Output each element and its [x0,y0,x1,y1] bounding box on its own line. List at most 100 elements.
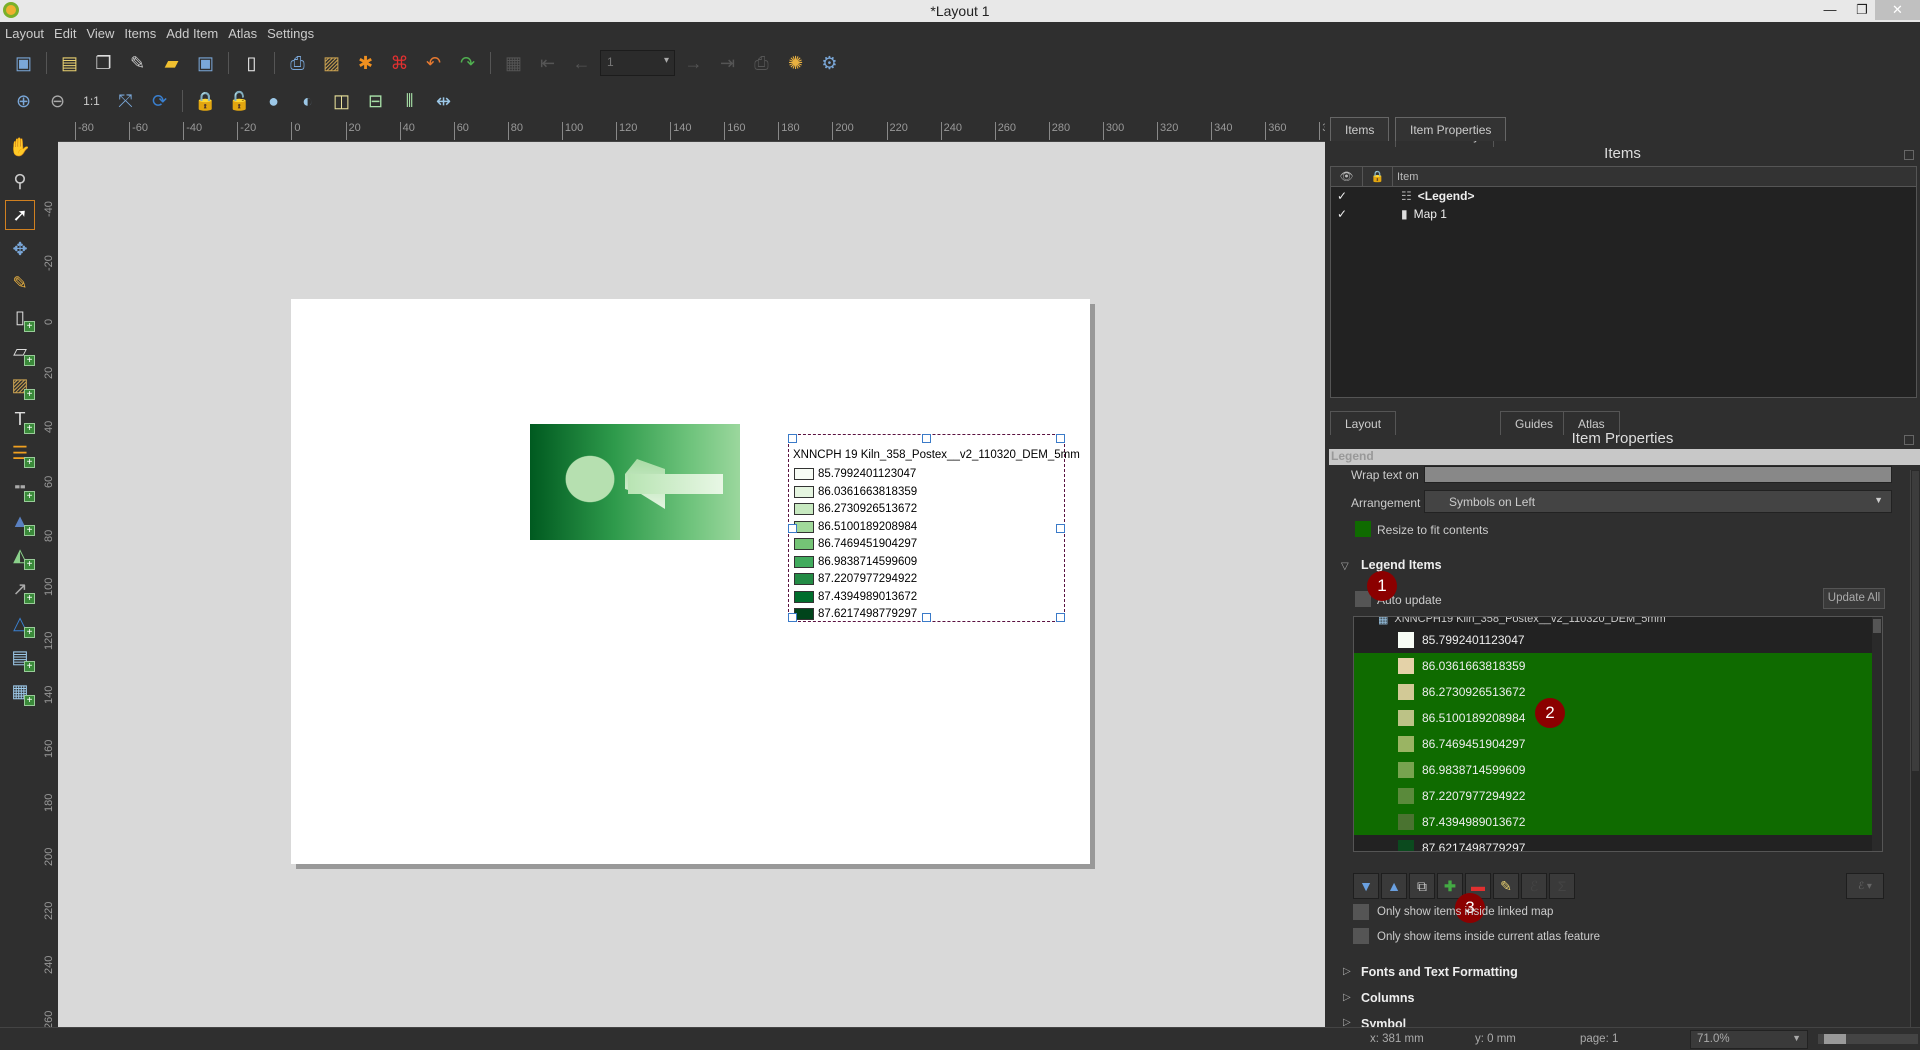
expand-icon[interactable]: ▷ [1343,966,1351,977]
tab-items[interactable]: Items [1330,117,1390,141]
visibility-checkbox[interactable]: ✓ [1331,189,1401,203]
new-layout-icon[interactable]: ▤ [54,48,85,78]
print-atlas-icon[interactable]: ⎙ [746,48,777,78]
zoom-slider[interactable] [1818,1034,1918,1044]
expression-button[interactable]: ℰ [1521,873,1547,899]
layout-manager-icon[interactable]: ✎ [122,48,153,78]
add-legend-icon[interactable]: ☰ + [5,438,35,468]
legend-item-row[interactable]: 86.0361663818359 [1354,653,1874,679]
arrangement-select[interactable]: Symbols on Left ▼ [1424,490,1892,513]
menu-edit[interactable]: Edit [49,22,81,45]
add-node-item-icon[interactable]: △ + [5,608,35,638]
resize-handle[interactable] [788,434,797,443]
tree-row[interactable]: ✓ ☷ <Legend> [1331,187,1916,205]
ungroup-items-icon[interactable]: ◐ [292,86,323,116]
menu-add-item[interactable]: Add Item [161,22,223,45]
refresh-icon[interactable]: ⟳ [144,86,175,116]
zoom-tool-icon[interactable]: ⚲ [5,166,35,196]
layout-page[interactable]: XNNCPH 19 Kiln_358_Postex__v2_110320_DEM… [291,299,1090,864]
next-feature-icon[interactable]: → [678,48,709,78]
legend-item-row[interactable]: 86.2730926513672 [1354,679,1874,705]
previous-feature-icon[interactable]: ← [566,48,597,78]
zoom-in-icon[interactable]: ⊕ [8,86,39,116]
resize-handle[interactable] [922,434,931,443]
edit-nodes-icon[interactable]: ✎ [5,268,35,298]
wrap-text-input[interactable] [1424,466,1892,483]
atlas-export-icon[interactable]: ✺ [780,48,811,78]
align-items-icon[interactable]: ⊟ [360,86,391,116]
section-symbol[interactable]: Symbol [1361,1017,1406,1027]
first-feature-icon[interactable]: ⇤ [532,48,563,78]
tree-row[interactable]: ✓ ▮ Map 1 [1331,205,1916,223]
zoom-select[interactable]: 71.0% ▼ [1690,1030,1808,1049]
group-items-icon[interactable]: ● [258,86,289,116]
undo-icon[interactable]: ↶ [418,48,449,78]
legend-item[interactable]: XNNCPH 19 Kiln_358_Postex__v2_110320_DEM… [788,434,1080,622]
legend-items-scrollbar[interactable] [1872,617,1882,851]
zoom-full-icon[interactable]: ⤧ [110,86,141,116]
legend-item-row[interactable]: 86.7469451904297 [1354,731,1874,757]
menu-settings[interactable]: Settings [262,22,319,45]
layout-canvas[interactable]: XNNCPH 19 Kiln_358_Postex__v2_110320_DEM… [58,142,1325,1027]
menu-atlas[interactable]: Atlas [223,22,262,45]
feature-count-button[interactable]: Σ [1549,873,1575,899]
collapse-icon[interactable]: ▽ [1341,561,1349,572]
select-move-tool-icon[interactable]: ➚ [5,200,35,230]
zoom-actual-icon[interactable]: 1:1 [76,86,107,116]
add-3d-map-icon[interactable]: ▱ + [5,336,35,366]
lock-items-icon[interactable]: 🔒 [190,86,221,116]
open-folder-icon[interactable]: ▰ [156,48,187,78]
move-up-button[interactable]: ▲ [1381,873,1407,899]
add-legend-item-button[interactable]: ✚ [1437,873,1463,899]
add-shape-icon[interactable]: ◭ + [5,540,35,570]
float-panel-icon[interactable] [1904,435,1914,445]
print-icon[interactable]: ⎙ [282,48,313,78]
zoom-out-icon[interactable]: ⊖ [42,86,73,116]
only-linked-map-checkbox[interactable] [1353,904,1369,920]
resize-to-fit-checkbox[interactable] [1355,521,1371,537]
close-button[interactable]: ✕ [1875,0,1920,20]
add-arrow-icon[interactable]: ↗ + [5,574,35,604]
menu-layout[interactable]: Layout [0,22,49,45]
resize-handle[interactable] [1056,613,1065,622]
legend-item-row[interactable]: 86.9838714599609 [1354,757,1874,783]
move-down-button[interactable]: ▼ [1353,873,1379,899]
resize-handle[interactable] [922,613,931,622]
legend-item-row[interactable]: 87.2207977294922 [1354,783,1874,809]
add-group-button[interactable]: ⧉ [1409,873,1435,899]
legend-items-title[interactable]: Legend Items [1361,558,1442,572]
add-north-arrow-icon[interactable]: ▲ + [5,506,35,536]
atlas-settings-icon[interactable]: ⚙ [814,48,845,78]
resize-handle[interactable] [788,524,797,533]
menu-view[interactable]: View [81,22,119,45]
filter-dropdown-button[interactable]: ℰ ▾ [1846,873,1884,899]
move-content-icon[interactable]: ✥ [5,234,35,264]
redo-icon[interactable]: ↷ [452,48,483,78]
resize-handle[interactable] [1056,524,1065,533]
add-html-icon[interactable]: ▤ + [5,642,35,672]
last-feature-icon[interactable]: ⇥ [712,48,743,78]
legend-item-row[interactable]: 87.4394989013672 [1354,809,1874,835]
add-page-icon[interactable]: ▯ [236,48,267,78]
legend-item-row[interactable]: 86.5100189208984 [1354,705,1874,731]
distribute-items-icon[interactable]: ⫴ [394,86,425,116]
legend-item-row[interactable]: 85.7992401123047 [1354,627,1874,653]
section-columns[interactable]: Columns [1361,991,1414,1005]
layer-row[interactable]: ▦ XNNCPH19 Kiln_358_Postex__v2_110320_DE… [1354,617,1874,627]
export-svg-icon[interactable]: ✱ [350,48,381,78]
add-attribute-table-icon[interactable]: ▦ + [5,676,35,706]
expand-icon[interactable]: ▷ [1343,992,1351,1003]
add-label-icon[interactable]: T + [5,404,35,434]
map-item[interactable] [530,424,740,540]
section-fonts[interactable]: Fonts and Text Formatting [1361,965,1518,979]
resize-items-icon[interactable]: ⇹ [428,86,459,116]
export-image-icon[interactable]: ▨ [316,48,347,78]
raise-items-icon[interactable]: ◫ [326,86,357,116]
only-atlas-checkbox[interactable] [1353,928,1369,944]
menu-items[interactable]: Items [119,22,161,45]
resize-handle[interactable] [788,613,797,622]
save-icon[interactable]: ▣ [8,48,39,78]
export-pdf-icon[interactable]: ⌘ [384,48,415,78]
unlock-items-icon[interactable]: 🔓 [224,86,255,116]
tab-item-properties[interactable]: Item Properties [1395,117,1507,141]
